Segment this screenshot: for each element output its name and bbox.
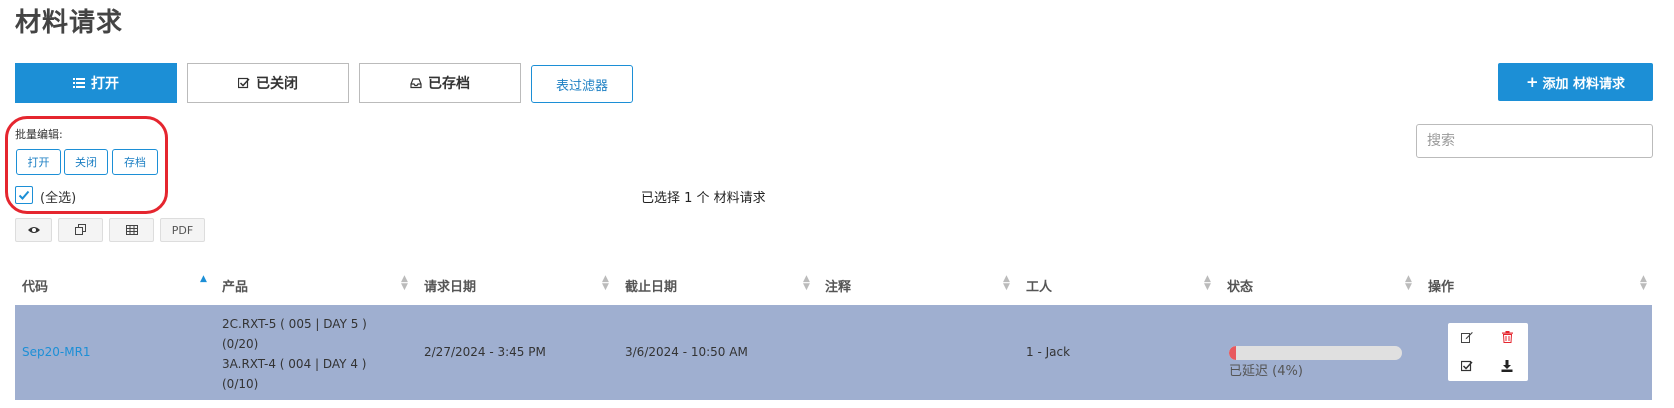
sort-icon[interactable]: ▲ ▼ [401, 275, 408, 292]
column-header-request-date[interactable]: 请求日期 [424, 276, 476, 295]
tab-archived[interactable]: 已存档 [359, 63, 521, 103]
pdf-button[interactable]: PDF [160, 218, 205, 242]
complete-button[interactable] [1456, 355, 1478, 377]
sort-icon[interactable]: ▲ ▼ [1204, 275, 1211, 292]
add-material-request-button[interactable]: + 添加 材料请求 [1498, 63, 1653, 101]
download-icon [1501, 360, 1513, 372]
copy-button[interactable] [58, 218, 103, 242]
progress-bar [1229, 346, 1402, 360]
sort-asc-icon[interactable]: ▲ [200, 275, 207, 284]
checkmark-icon [18, 190, 30, 200]
tab-open[interactable]: 打开 [15, 63, 177, 103]
delete-button[interactable] [1496, 326, 1518, 348]
copy-icon [74, 224, 86, 235]
table-view-button[interactable] [109, 218, 154, 242]
page-title: 材料请求 [15, 8, 124, 38]
product-qty: (0/20) [222, 337, 259, 351]
edit-button[interactable] [1456, 326, 1478, 348]
check-square-icon [1461, 360, 1473, 372]
bulk-archive-button[interactable]: 存档 [112, 149, 158, 175]
check-square-icon [238, 77, 250, 89]
product-qty: (0/10) [222, 377, 259, 391]
row-products: 2C.RXT-5 ( 005 | DAY 5 ) (0/20) 3A.RXT-4… [222, 314, 367, 394]
column-header-actions[interactable]: 操作 [1428, 276, 1454, 295]
product-line: 3A.RXT-4 ( 004 | DAY 4 ) [222, 357, 367, 371]
search-input[interactable] [1416, 124, 1653, 158]
row-due-date: 3/6/2024 - 10:50 AM [625, 345, 748, 359]
table-filter-label: 表过滤器 [555, 78, 608, 94]
select-all-checkbox[interactable] [15, 186, 33, 204]
sort-icon[interactable]: ▲ ▼ [602, 275, 609, 292]
table-icon [125, 225, 138, 235]
sort-icon[interactable]: ▲ ▼ [1640, 275, 1647, 292]
eye-icon [27, 227, 40, 233]
trash-icon [1501, 331, 1513, 343]
column-header-status[interactable]: 状态 [1227, 276, 1253, 295]
row-actions [1448, 323, 1528, 381]
code-link-text[interactable]: Sep20-MR1 [22, 345, 91, 359]
add-button-label: 添加 材料请求 [1542, 76, 1626, 92]
column-header-notes[interactable]: 注释 [825, 276, 851, 295]
status-text: 已延迟 (4%) [1229, 364, 1303, 379]
inbox-icon [410, 78, 422, 89]
edit-icon [1461, 332, 1473, 343]
column-header-worker[interactable]: 工人 [1026, 276, 1052, 295]
tab-open-label: 打开 [91, 76, 119, 92]
bulk-edit-label: 批量编辑: [15, 128, 63, 141]
select-all-label: (全选) [40, 191, 77, 206]
progress-fill [1229, 346, 1236, 360]
row-request-date: 2/27/2024 - 3:45 PM [424, 345, 546, 359]
list-icon [73, 78, 85, 88]
sort-icon[interactable]: ▲ ▼ [1405, 275, 1412, 292]
selection-status: 已选择 1 个 材料请求 [641, 191, 766, 206]
bulk-open-button[interactable]: 打开 [16, 149, 61, 175]
plus-icon: + [1525, 73, 1539, 91]
bulk-close-button[interactable]: 关闭 [64, 149, 108, 175]
column-header-code[interactable]: 代码 [22, 276, 48, 295]
sort-icon[interactable]: ▲ ▼ [1003, 275, 1010, 292]
column-header-product[interactable]: 产品 [222, 276, 248, 295]
tab-closed[interactable]: 已关闭 [187, 63, 349, 103]
tab-closed-label: 已关闭 [256, 76, 298, 92]
row-worker: 1 - Jack [1026, 345, 1071, 359]
download-button[interactable] [1496, 355, 1518, 377]
sort-icon[interactable]: ▲ ▼ [803, 275, 810, 292]
column-header-due-date[interactable]: 截止日期 [625, 276, 677, 295]
row-code-link[interactable]: Sep20-MR1 [22, 345, 91, 359]
product-line: 2C.RXT-5 ( 005 | DAY 5 ) [222, 317, 367, 331]
table-filter-button[interactable]: 表过滤器 [531, 65, 633, 103]
tab-archived-label: 已存档 [428, 76, 470, 92]
view-button[interactable] [15, 218, 52, 242]
